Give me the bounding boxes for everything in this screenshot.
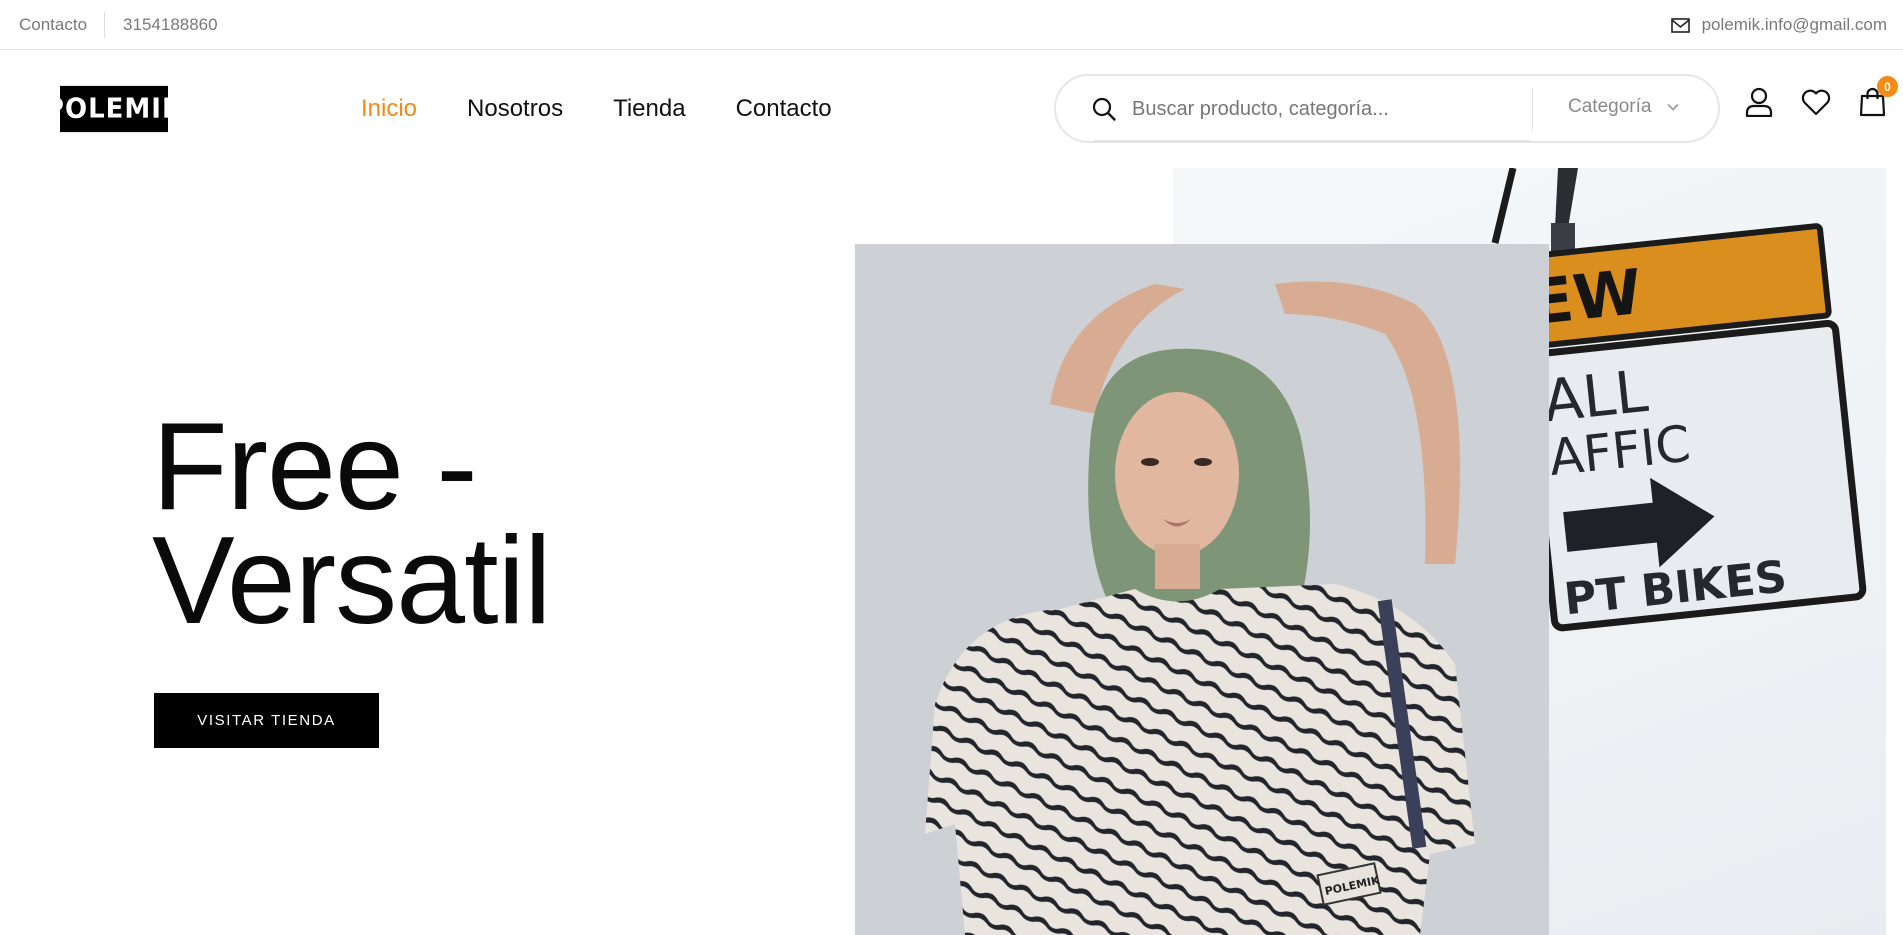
logo[interactable]: POLEMIK	[45, 85, 182, 133]
chevron-down-icon	[1667, 103, 1680, 111]
nav-item-tienda[interactable]: Tienda	[613, 95, 686, 123]
hero-title-line1: Free -	[152, 398, 478, 536]
nav-item-contacto[interactable]: Contacto	[736, 95, 832, 123]
hero-title: Free - Versatil	[152, 398, 552, 650]
nav-item-nosotros[interactable]: Nosotros	[467, 95, 563, 123]
visit-shop-button[interactable]: VISITAR TIENDA	[154, 693, 379, 748]
search-divider	[1532, 87, 1533, 131]
search-input-underline	[1094, 140, 1531, 142]
top-bar-left: Contacto 3154188860	[19, 0, 218, 50]
search-icon[interactable]	[1092, 97, 1116, 121]
mail-icon	[1670, 17, 1690, 33]
main-nav: Inicio Nosotros Tienda Contacto	[361, 88, 882, 130]
top-phone[interactable]: 3154188860	[105, 15, 218, 35]
hero-model-image: POLEMIK	[855, 244, 1549, 935]
category-select-label: Categoría	[1568, 96, 1652, 117]
heart-icon[interactable]	[1801, 89, 1831, 116]
search-input[interactable]	[1132, 94, 1532, 124]
model-illustration: POLEMIK	[925, 281, 1475, 935]
nav-item-inicio[interactable]: Inicio	[361, 95, 417, 123]
user-icon[interactable]	[1745, 87, 1773, 117]
cart-count-badge: 0	[1877, 76, 1898, 97]
category-select[interactable]: Categoría	[1568, 96, 1680, 118]
hero-title-line2: Versatil	[152, 512, 552, 650]
top-contact-link[interactable]: Contacto	[19, 12, 106, 38]
top-bar-right: polemik.info@gmail.com	[1670, 0, 1887, 50]
search-bar: Categoría	[1054, 74, 1720, 143]
top-bar: Contacto 3154188860 polemik.info@gmail.c…	[0, 0, 1903, 50]
top-email-link[interactable]: polemik.info@gmail.com	[1702, 15, 1887, 35]
